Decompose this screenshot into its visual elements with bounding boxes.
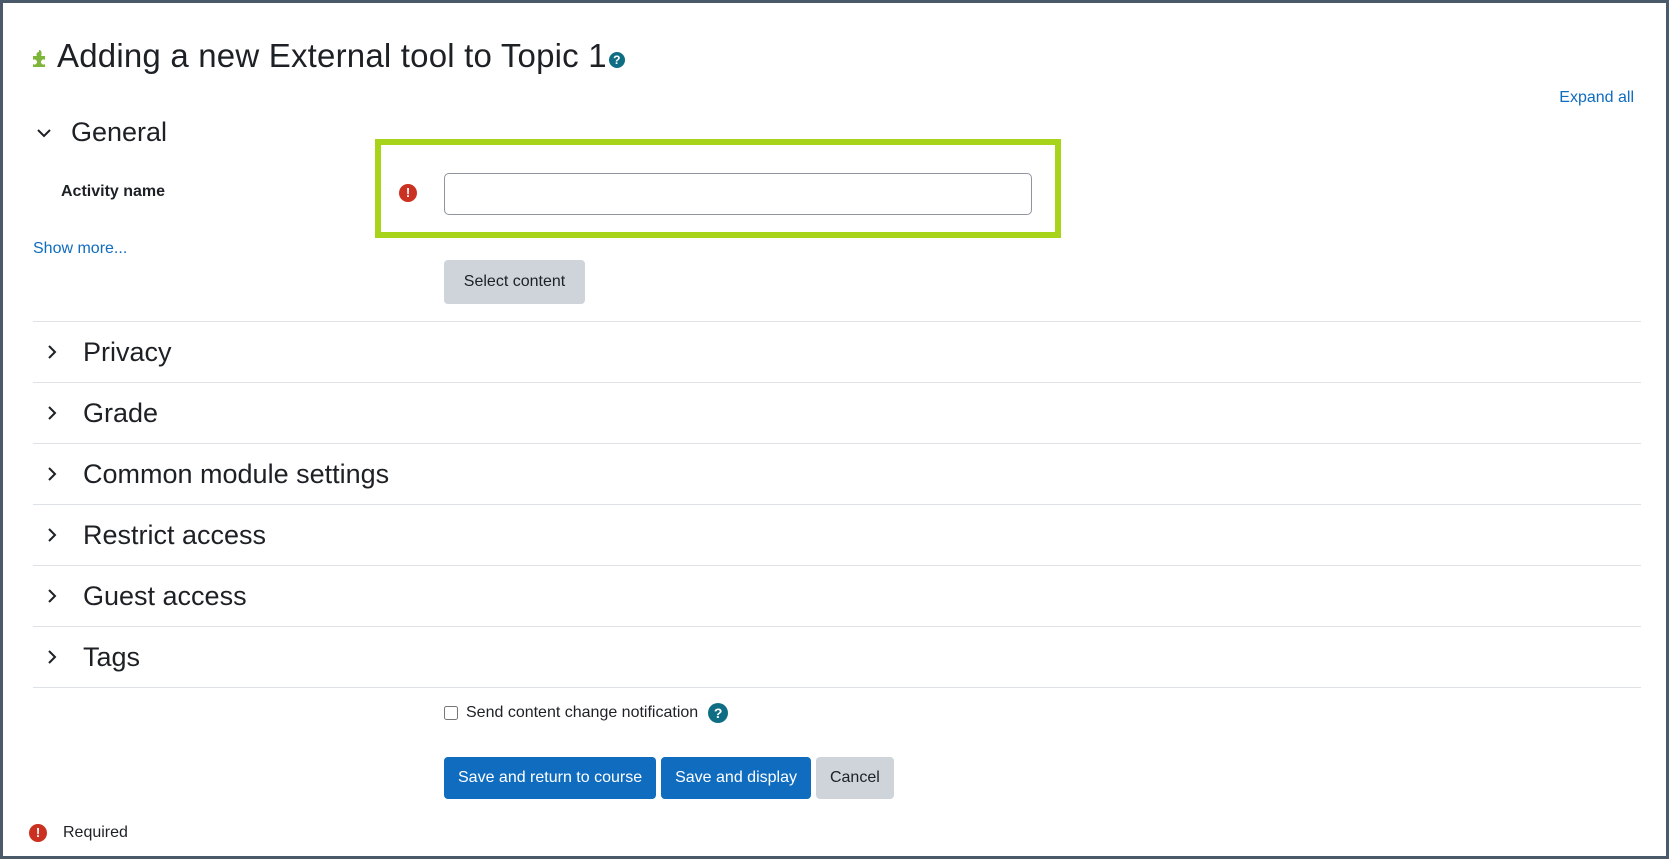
- section-header-guest-access[interactable]: Guest access: [33, 565, 1641, 626]
- chevron-right-icon: [48, 589, 57, 603]
- chevron-right-icon: [48, 345, 57, 359]
- section-header-restrict-access[interactable]: Restrict access: [33, 504, 1641, 565]
- chevron-down-icon: [37, 128, 51, 137]
- activity-name-label: Activity name: [61, 183, 166, 200]
- section-header-grade[interactable]: Grade: [33, 382, 1641, 443]
- collapsed-sections: Privacy Grade Common module settings Res…: [33, 321, 1641, 688]
- chevron-right-icon: [48, 650, 57, 664]
- show-more-link[interactable]: Show more...: [33, 240, 127, 258]
- puzzle-piece-icon: [33, 50, 45, 67]
- section-title-privacy: Privacy: [83, 336, 172, 367]
- section-divider: [33, 687, 1641, 688]
- activity-name-input[interactable]: [444, 173, 1032, 215]
- section-header-tags[interactable]: Tags: [33, 626, 1641, 687]
- required-label: Required: [63, 824, 128, 841]
- help-icon[interactable]: ?: [608, 52, 625, 68]
- section-title-restrict-access: Restrict access: [83, 519, 267, 550]
- chevron-right-icon: [48, 406, 57, 420]
- section-title-guest-access: Guest access: [83, 580, 247, 611]
- section-title-tags: Tags: [83, 641, 141, 672]
- send-notification-checkbox[interactable]: [444, 706, 458, 720]
- required-legend: ! Required: [29, 824, 128, 842]
- save-and-return-button[interactable]: Save and return to course: [444, 757, 657, 799]
- chevron-right-icon: [48, 467, 57, 481]
- section-header-privacy[interactable]: Privacy: [33, 321, 1641, 382]
- select-content-button[interactable]: Select content: [444, 260, 585, 304]
- notify-row: Send content change notification ?: [444, 703, 729, 723]
- section-header-common-module-settings[interactable]: Common module settings: [33, 443, 1641, 504]
- required-icon: !: [399, 184, 417, 202]
- section-title-common-module-settings: Common module settings: [83, 458, 390, 489]
- required-icon: !: [29, 824, 47, 842]
- send-notification-label[interactable]: Send content change notification: [466, 704, 698, 722]
- form-buttons: Save and return to course Save and displ…: [444, 757, 894, 799]
- page-title: Adding a new External tool to Topic 1: [57, 37, 607, 74]
- chevron-right-icon: [48, 528, 57, 542]
- expand-all-link[interactable]: Expand all: [1559, 89, 1634, 107]
- page-heading: Adding a new External tool to Topic 1 ?: [29, 31, 625, 81]
- section-header-general[interactable]: General: [33, 117, 167, 148]
- section-title-grade: Grade: [83, 397, 159, 428]
- page-frame: Adding a new External tool to Topic 1 ? …: [0, 0, 1669, 859]
- cancel-button[interactable]: Cancel: [815, 757, 894, 799]
- save-and-display-button[interactable]: Save and display: [661, 757, 811, 799]
- section-title-general: General: [71, 117, 168, 147]
- help-icon[interactable]: ?: [708, 703, 729, 723]
